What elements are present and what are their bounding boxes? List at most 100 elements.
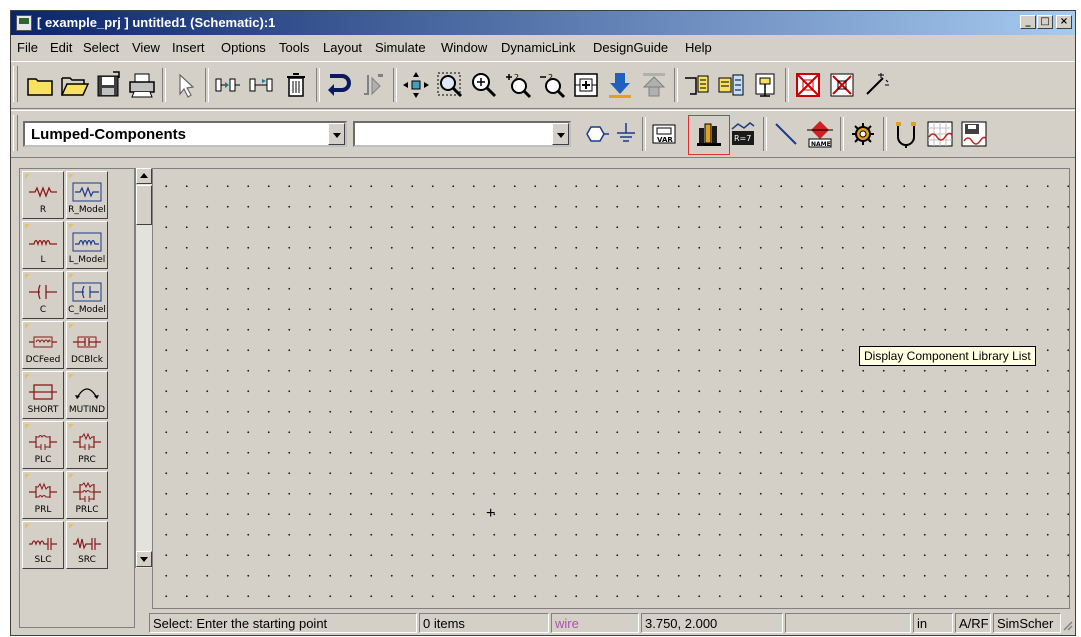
graph-icon[interactable] xyxy=(923,117,957,151)
port-icon[interactable] xyxy=(748,68,782,102)
mirror-icon[interactable] xyxy=(245,68,279,102)
pop-up-icon[interactable] xyxy=(637,68,671,102)
save-icon[interactable] xyxy=(91,68,125,102)
push-down-icon[interactable] xyxy=(603,68,637,102)
scroll-down-button[interactable] xyxy=(136,551,152,567)
short-icon[interactable] xyxy=(825,68,859,102)
menu-options[interactable]: Options xyxy=(221,40,266,55)
palette-item-plc[interactable]: PLC xyxy=(22,421,64,469)
arrow-up-icon xyxy=(140,173,148,178)
gear-icon[interactable] xyxy=(846,117,880,151)
move-icon[interactable] xyxy=(399,68,433,102)
palette-item-mutind[interactable]: MUTIND xyxy=(66,371,108,419)
resize-grip-icon[interactable] xyxy=(1061,619,1073,631)
zoom-area-icon[interactable] xyxy=(433,68,467,102)
insert-wire-icon[interactable] xyxy=(769,117,803,151)
new-folder-icon[interactable] xyxy=(23,68,57,102)
status-units: in xyxy=(913,613,953,633)
palette-item-prlc[interactable]: PRLC xyxy=(66,471,108,519)
port-hexagon-icon[interactable] xyxy=(579,117,613,151)
app-icon[interactable] xyxy=(16,15,32,31)
menu-insert[interactable]: Insert xyxy=(172,40,205,55)
menu-window[interactable]: Window xyxy=(441,40,487,55)
simulate-icon[interactable] xyxy=(957,117,991,151)
zoom-plus-icon[interactable]: 2 xyxy=(501,68,535,102)
menu-tools[interactable]: Tools xyxy=(279,40,309,55)
ground-icon[interactable] xyxy=(609,117,643,151)
select-arrow-icon[interactable] xyxy=(168,68,202,102)
undo-icon[interactable] xyxy=(322,68,356,102)
palette-item-c[interactable]: C xyxy=(22,271,64,319)
menu-edit[interactable]: Edit xyxy=(50,40,72,55)
zoom-minus-icon[interactable]: 2 xyxy=(535,68,569,102)
menu-file[interactable]: File xyxy=(17,40,38,55)
delete-icon[interactable] xyxy=(279,68,313,102)
name-icon[interactable]: NAME xyxy=(803,117,837,151)
menu-help[interactable]: Help xyxy=(685,40,712,55)
scroll-thumb[interactable] xyxy=(136,185,152,225)
print-icon[interactable] xyxy=(125,68,159,102)
component-icon[interactable] xyxy=(714,68,748,102)
open-folder-icon[interactable] xyxy=(57,68,91,102)
palette-item-c-model[interactable]: C_Model xyxy=(66,271,108,319)
prl-icon xyxy=(29,482,57,498)
schematic-canvas[interactable]: + Display Component Library List xyxy=(152,168,1070,609)
palette-item-slc[interactable]: SLC xyxy=(22,521,64,569)
resistor-icon xyxy=(29,186,57,198)
wire-icon[interactable] xyxy=(680,68,714,102)
toolbar-separator xyxy=(840,117,844,151)
palette-item-r-model[interactable]: R_Model xyxy=(66,171,108,219)
redo-icon[interactable] xyxy=(356,68,390,102)
palette-item-prc[interactable]: PRC xyxy=(66,421,108,469)
palette-item-r[interactable]: R xyxy=(22,171,64,219)
chevron-down-icon[interactable] xyxy=(328,123,345,145)
chevron-down-icon[interactable] xyxy=(552,123,569,145)
zoom-in-icon[interactable] xyxy=(467,68,501,102)
palette-item-label: R xyxy=(39,205,47,215)
close-button[interactable]: × xyxy=(1056,15,1072,29)
toolbar-grip[interactable] xyxy=(13,115,18,151)
component-select[interactable] xyxy=(353,121,571,147)
status-tool: SimScher xyxy=(993,613,1061,633)
main-toolbar: 2 2 xyxy=(11,61,1075,109)
title-bar[interactable]: [ example_prj ] untitled1 (Schematic):1 … xyxy=(11,11,1075,35)
deactivate-icon[interactable] xyxy=(791,68,825,102)
push-into-icon[interactable] xyxy=(569,68,603,102)
menu-select[interactable]: Select xyxy=(83,40,119,55)
palette-item-label: SLC xyxy=(34,555,52,565)
palette-item-dcfeed[interactable]: DCFeed xyxy=(22,321,64,369)
palette-item-l[interactable]: L xyxy=(22,221,64,269)
palette-item-prl[interactable]: PRL xyxy=(22,471,64,519)
maximize-button[interactable]: □ xyxy=(1037,15,1053,29)
minimize-button[interactable]: _ xyxy=(1020,15,1036,29)
scroll-up-button[interactable] xyxy=(136,168,152,184)
inductor-model-icon xyxy=(72,232,102,252)
var-icon[interactable]: VAR xyxy=(647,117,681,151)
toolbar-separator xyxy=(883,117,887,151)
toolbar-grip[interactable] xyxy=(13,66,18,102)
menu-simulate[interactable]: Simulate xyxy=(375,40,426,55)
src-icon xyxy=(73,536,101,550)
menu-layout[interactable]: Layout xyxy=(323,40,362,55)
palette-scrollbar[interactable] xyxy=(135,168,152,568)
palette-toolbar: Lumped-Components VAR R=7 NAME xyxy=(11,110,1075,158)
eqn-label: R=7 xyxy=(734,134,751,143)
rotate-icon[interactable] xyxy=(211,68,245,102)
menu-view[interactable]: View xyxy=(132,40,160,55)
palette-item-src[interactable]: SRC xyxy=(66,521,108,569)
palette-item-label: MUTIND xyxy=(68,405,106,415)
palette-item-dcblck[interactable]: DCBlck xyxy=(66,321,108,369)
crosshair-cursor: + xyxy=(486,505,496,522)
palette-item-l-model[interactable]: L_Model xyxy=(66,221,108,269)
palette-select[interactable]: Lumped-Components xyxy=(23,121,347,147)
window-title: [ example_prj ] untitled1 (Schematic):1 xyxy=(37,15,276,30)
probe-icon[interactable] xyxy=(889,117,923,151)
toolbar-separator xyxy=(316,68,320,102)
wand-icon[interactable] xyxy=(859,68,893,102)
arrow-down-icon xyxy=(140,557,148,562)
var-eqn-icon[interactable]: R=7 xyxy=(726,117,760,151)
menu-designguide[interactable]: DesignGuide xyxy=(593,40,668,55)
toolbar-separator xyxy=(785,68,789,102)
palette-item-short[interactable]: SHORT xyxy=(22,371,64,419)
menu-dynamiclink[interactable]: DynamicLink xyxy=(501,40,575,55)
